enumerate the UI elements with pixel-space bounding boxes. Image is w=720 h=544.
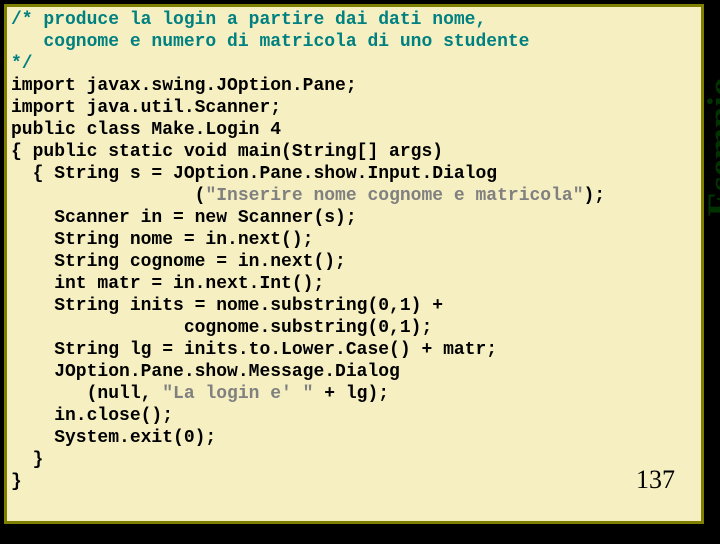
code-line: (: [11, 186, 205, 206]
slide: Esempio /* produce la login a partire da…: [4, 4, 704, 524]
code-line: );: [584, 186, 606, 206]
code-line: import java.util.Scanner;: [11, 98, 281, 118]
code-line: { public static void main(String[] args): [11, 142, 443, 162]
code-line: */: [11, 54, 33, 74]
code-line: String lg = inits.to.Lower.Case() + matr…: [11, 340, 497, 360]
code-line: import javax.swing.JOption.Pane;: [11, 76, 357, 96]
code-block: /* produce la login a partire dai dati n…: [11, 9, 697, 493]
code-line: cognome.substring(0,1);: [11, 318, 432, 338]
code-line: in.close();: [11, 406, 173, 426]
code-line: (null,: [11, 384, 162, 404]
code-line: }: [11, 472, 22, 492]
code-line: String inits = nome.substring(0,1) +: [11, 296, 443, 316]
code-line: JOption.Pane.show.Message.Dialog: [11, 362, 400, 382]
string-literal: "La login e' ": [162, 384, 313, 404]
string-literal: "Inserire nome cognome e matricola": [205, 186, 583, 206]
code-line: String cognome = in.next();: [11, 252, 346, 272]
code-line: { String s = JOption.Pane.show.Input.Dia…: [11, 164, 497, 184]
code-line: + lg);: [313, 384, 389, 404]
code-line: cognome e numero di matricola di uno stu…: [11, 32, 529, 52]
code-line: int matr = in.next.Int();: [11, 274, 324, 294]
code-line: /* produce la login a partire dai dati n…: [11, 10, 486, 30]
code-line: public class Make.Login 4: [11, 120, 281, 140]
code-line: }: [11, 450, 43, 470]
side-label: Esempio: [699, 77, 720, 216]
page-number: 137: [636, 465, 675, 495]
code-line: System.exit(0);: [11, 428, 216, 448]
code-line: String nome = in.next();: [11, 230, 313, 250]
code-line: Scanner in = new Scanner(s);: [11, 208, 357, 228]
